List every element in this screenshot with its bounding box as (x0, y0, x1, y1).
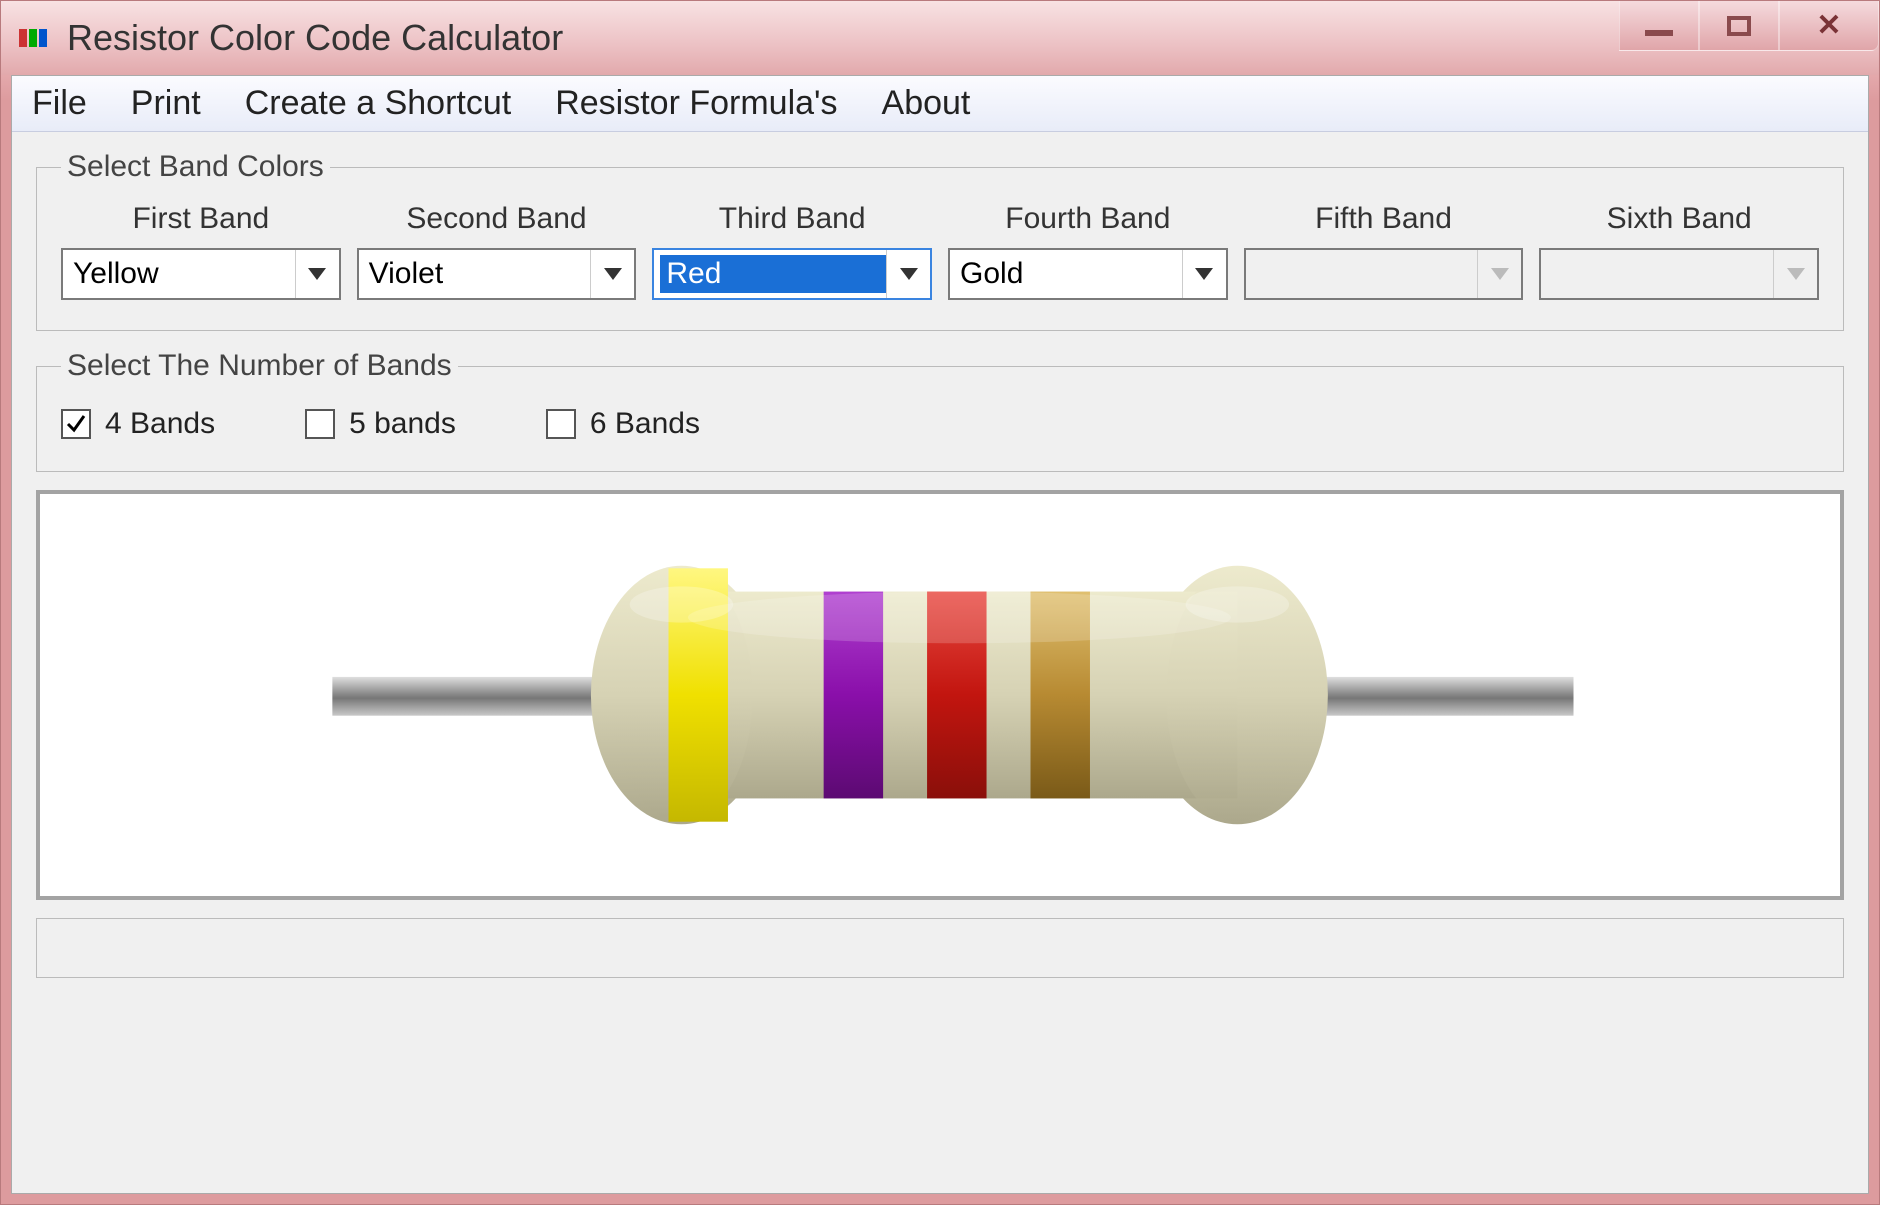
app-window: Resistor Color Code Calculator ✕ File Pr… (0, 0, 1880, 1205)
sixth-band-col: Sixth Band (1539, 202, 1819, 300)
minimize-button[interactable] (1619, 1, 1699, 51)
dropdown-arrow-icon[interactable] (886, 250, 930, 298)
num-bands-row: 4 Bands 5 bands 6 Bands (61, 407, 1819, 441)
menubar: File Print Create a Shortcut Resistor Fo… (12, 76, 1868, 132)
select-num-bands-group: Select The Number of Bands 4 Bands 5 ban… (36, 349, 1844, 472)
band-row: First Band Yellow Second Band Violet Thi… (61, 202, 1819, 300)
fourth-band-combo[interactable]: Gold (948, 248, 1228, 300)
third-band-label: Third Band (719, 202, 866, 236)
dropdown-arrow-icon[interactable] (590, 250, 634, 298)
dropdown-arrow-icon (1773, 250, 1817, 298)
window-title: Resistor Color Code Calculator (67, 17, 563, 59)
five-bands-checkbox[interactable] (305, 409, 335, 439)
sixth-band-label: Sixth Band (1607, 202, 1752, 236)
five-bands-option[interactable]: 5 bands (305, 407, 456, 441)
fifth-band-label: Fifth Band (1315, 202, 1452, 236)
four-bands-checkbox[interactable] (61, 409, 91, 439)
menu-print[interactable]: Print (131, 84, 201, 123)
app-icon (19, 29, 47, 47)
second-band-col: Second Band Violet (357, 202, 637, 300)
six-bands-label: 6 Bands (590, 407, 700, 441)
bottom-panel (36, 918, 1844, 978)
second-band-value: Violet (359, 257, 591, 291)
fifth-band-col: Fifth Band (1244, 202, 1524, 300)
third-band-combo[interactable]: Red (652, 248, 932, 300)
fourth-band-label: Fourth Band (1005, 202, 1170, 236)
sixth-band-combo (1539, 248, 1819, 300)
client-area: File Print Create a Shortcut Resistor Fo… (11, 75, 1869, 1194)
second-band-label: Second Band (406, 202, 586, 236)
first-band-combo[interactable]: Yellow (61, 248, 341, 300)
third-band-col: Third Band Red (652, 202, 932, 300)
window-controls: ✕ (1619, 1, 1879, 51)
four-bands-label: 4 Bands (105, 407, 215, 441)
close-button[interactable]: ✕ (1779, 1, 1879, 51)
fifth-band-combo (1244, 248, 1524, 300)
fourth-band-value: Gold (950, 257, 1182, 291)
menu-about[interactable]: About (882, 84, 971, 123)
menu-create-shortcut[interactable]: Create a Shortcut (245, 84, 511, 123)
six-bands-checkbox[interactable] (546, 409, 576, 439)
third-band-value: Red (660, 255, 886, 293)
resistor-preview-panel (36, 490, 1844, 900)
first-band-value: Yellow (63, 257, 295, 291)
four-bands-option[interactable]: 4 Bands (61, 407, 215, 441)
maximize-button[interactable] (1699, 1, 1779, 51)
resistor-image (60, 514, 1820, 876)
fourth-band-col: Fourth Band Gold (948, 202, 1228, 300)
first-band-label: First Band (132, 202, 269, 236)
select-band-colors-group: Select Band Colors First Band Yellow Sec… (36, 150, 1844, 331)
dropdown-arrow-icon[interactable] (1182, 250, 1226, 298)
menu-file[interactable]: File (32, 84, 87, 123)
first-band-col: First Band Yellow (61, 202, 341, 300)
six-bands-option[interactable]: 6 Bands (546, 407, 700, 441)
titlebar[interactable]: Resistor Color Code Calculator ✕ (1, 1, 1879, 75)
num-bands-legend: Select The Number of Bands (61, 349, 458, 383)
dropdown-arrow-icon (1477, 250, 1521, 298)
dropdown-arrow-icon[interactable] (295, 250, 339, 298)
band-colors-legend: Select Band Colors (61, 150, 330, 184)
second-band-combo[interactable]: Violet (357, 248, 637, 300)
menu-resistor-formulas[interactable]: Resistor Formula's (555, 84, 837, 123)
five-bands-label: 5 bands (349, 407, 456, 441)
